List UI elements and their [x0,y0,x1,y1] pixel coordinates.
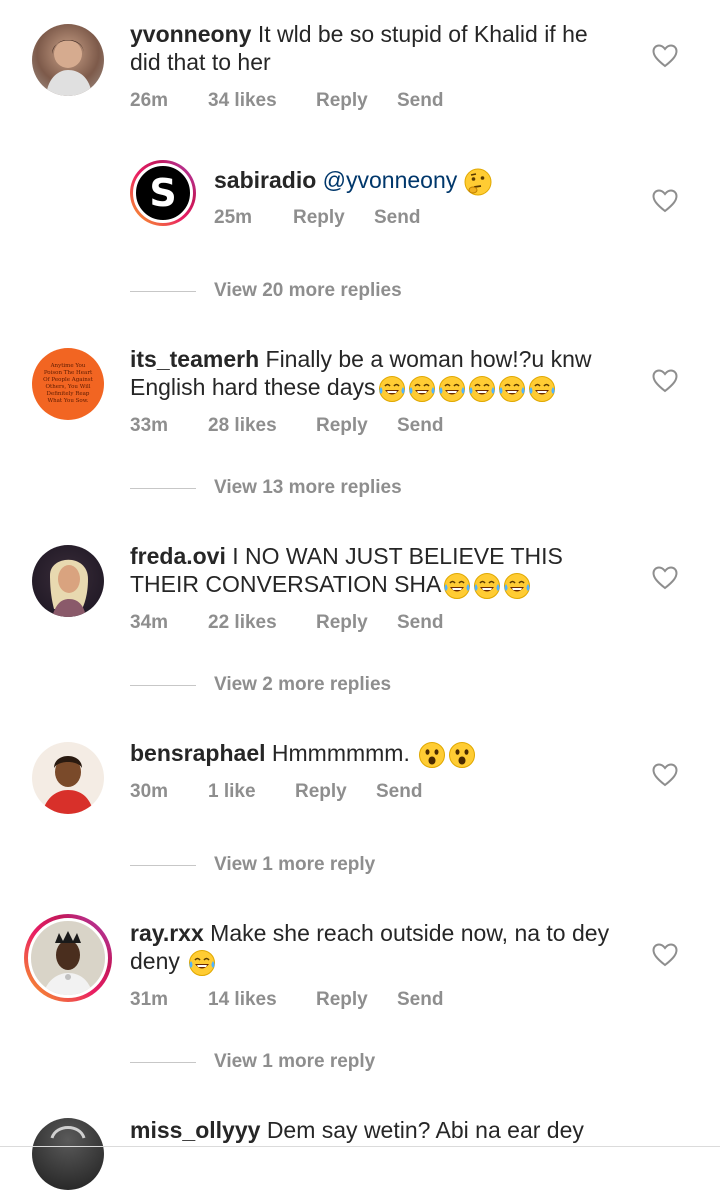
username[interactable]: freda.ovi [130,543,226,569]
laughing-emojis [376,374,556,402]
laughing-crying-emoji [189,949,216,976]
reply-button[interactable]: Reply [295,781,376,803]
avatar-story-ring[interactable]: S [130,160,196,226]
likes-count[interactable]: 22 likes [208,612,316,634]
likes-count[interactable]: 1 like [208,781,295,803]
comment-text: sabiradio @yvonneony [214,166,634,196]
reply-button[interactable]: Reply [316,90,397,112]
heart-outline-icon[interactable] [652,763,678,787]
mention-link[interactable]: @yvonneony [323,167,458,193]
avatar-photo [50,559,88,617]
username[interactable]: its_teamerh [130,346,259,372]
comment-meta: 34m 22 likes Reply Send [130,612,443,634]
laughing-emojis [186,948,216,976]
surprised-face-emoji [449,741,476,768]
timestamp: 26m [130,90,169,111]
avatar: S [133,163,193,223]
comment-text: bensraphael Hmmmmmm. [130,739,650,769]
comment-meta: 30m 1 like Reply Send [130,781,422,803]
comment-meta: 25m Reply Send [214,207,420,229]
comment-meta: 33m 28 likes Reply Send [130,415,443,437]
timestamp: 25m [214,207,253,228]
send-button[interactable]: Send [376,781,422,803]
avatar[interactable]: Anytime You Poison The Heart Of People A… [32,348,104,420]
timestamp: 33m [130,415,169,436]
thinking-face-emoji [464,168,492,196]
avatar[interactable] [32,24,104,96]
laughing-crying-emoji [498,375,525,402]
surprised-face-emoji [419,741,446,768]
heart-outline-icon[interactable] [652,369,678,393]
view-more-replies[interactable]: View 1 more reply [130,1051,375,1073]
username[interactable]: yvonneony [130,21,251,47]
avatar-letter: S [149,171,177,215]
comment-meta: 26m 34 likes Reply Send [130,90,443,112]
reply-button[interactable]: Reply [293,207,374,229]
view-more-replies[interactable]: View 1 more reply [130,854,375,876]
heart-outline-icon[interactable] [652,943,678,967]
avatar-quote-text: Anytime You Poison The Heart Of People A… [43,363,93,404]
laughing-crying-emoji [408,375,435,402]
likes-count[interactable]: 28 likes [208,415,316,437]
screen-bottom-edge [0,1146,720,1147]
divider [130,864,196,866]
laughing-crying-emoji [528,375,555,402]
reply-button[interactable]: Reply [316,989,397,1011]
timestamp: 30m [130,781,169,802]
timestamp: 34m [130,612,169,633]
avatar-photo [46,40,92,96]
avatar-story-ring[interactable] [24,914,112,1002]
heart-outline-icon[interactable] [652,189,678,213]
divider [130,290,196,292]
avatar [28,918,108,998]
heart-outline-icon[interactable] [652,566,678,590]
laughing-crying-emoji [378,375,405,402]
divider [130,487,196,489]
send-button[interactable]: Send [397,415,443,437]
comment-text: freda.ovi I NO WAN JUST BELIEVE THIS THE… [130,542,650,600]
laughing-emojis [441,571,531,599]
reply-button[interactable]: Reply [316,415,397,437]
likes-count[interactable]: 34 likes [208,90,316,112]
username[interactable]: sabiradio [214,167,316,193]
username[interactable]: bensraphael [130,740,266,766]
laughing-crying-emoji [504,572,531,599]
comment-text: yvonneony It wld be so stupid of Khalid … [130,21,588,75]
send-button[interactable]: Send [397,612,443,634]
laughing-crying-emoji [468,375,495,402]
comment-meta: 31m 14 likes Reply Send [130,989,443,1011]
send-button[interactable]: Send [397,90,443,112]
username[interactable]: ray.rxx [130,920,204,946]
avatar[interactable] [32,1118,104,1190]
heart-outline-icon[interactable] [652,44,678,68]
send-button[interactable]: Send [374,207,420,229]
view-more-replies[interactable]: View 13 more replies [130,477,402,499]
username[interactable]: miss_ollyyy [130,1117,260,1143]
laughing-crying-emoji [444,572,471,599]
avatar-photo [43,931,93,995]
avatar[interactable] [32,545,104,617]
avatar-photo [50,1126,86,1139]
comment-text: its_teamerh Finally be a woman how!?u kn… [130,345,650,403]
likes-count[interactable]: 14 likes [208,989,316,1011]
reply-button[interactable]: Reply [316,612,397,634]
view-more-replies[interactable]: View 2 more replies [130,674,391,696]
laughing-crying-emoji [474,572,501,599]
avatar[interactable] [32,742,104,814]
divider [130,1061,196,1063]
send-button[interactable]: Send [397,989,443,1011]
avatar-photo [42,756,94,814]
laughing-crying-emoji [438,375,465,402]
surprised-face-emojis [416,740,476,768]
view-more-replies[interactable]: View 20 more replies [130,280,402,302]
divider [130,684,196,686]
comment-text: ray.rxx Make she reach outside now, na t… [130,919,650,977]
timestamp: 31m [130,989,169,1010]
comment-text: miss_ollyyy Dem say wetin? Abi na ear de… [130,1117,584,1143]
